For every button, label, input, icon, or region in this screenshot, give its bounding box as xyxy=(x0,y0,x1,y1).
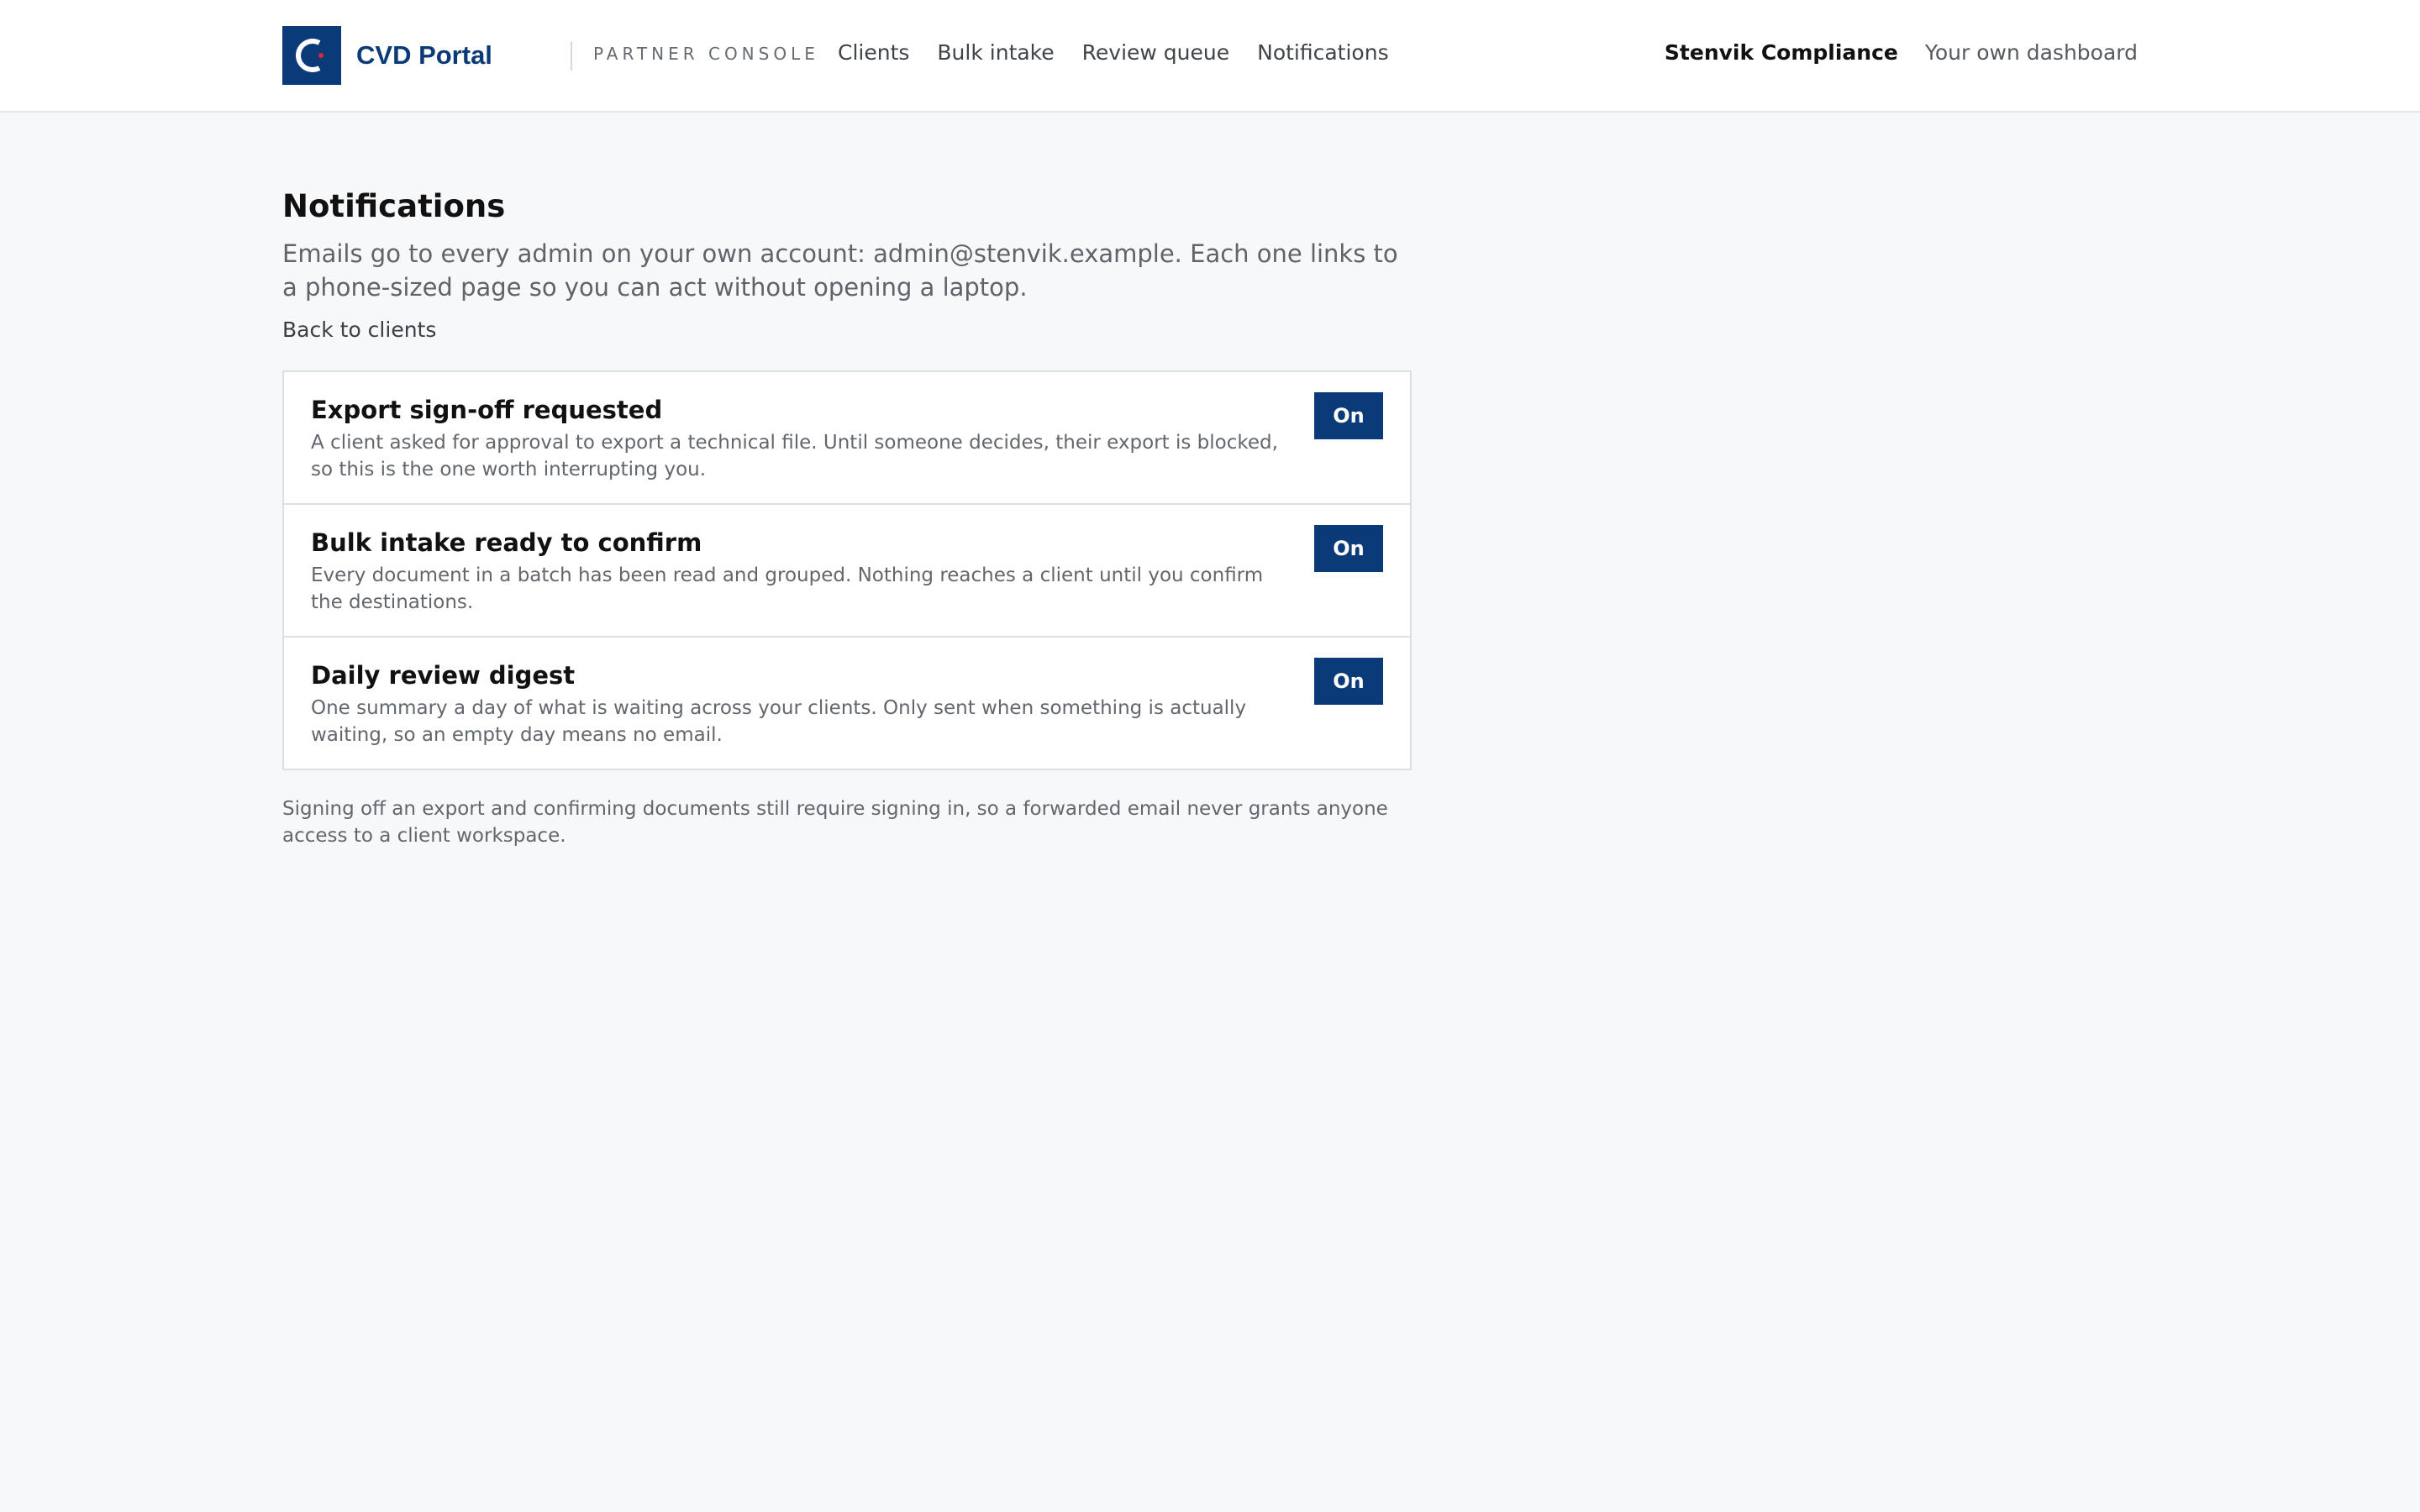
header-divider xyxy=(571,42,572,71)
page-intro: Emails go to every admin on your own acc… xyxy=(282,239,1398,302)
own-dashboard-link[interactable]: Your own dashboard xyxy=(1925,40,2138,65)
notification-description: Every document in a batch has been read … xyxy=(311,564,1264,613)
console-label: PARTNER CONSOLE xyxy=(593,44,819,64)
security-footnote: Signing off an export and confirming doc… xyxy=(282,798,1388,847)
page-title: Notifications xyxy=(282,188,506,224)
back-to-clients-link[interactable]: Back to clients xyxy=(282,318,436,342)
notification-title: Export sign-off requested xyxy=(311,396,663,424)
notification-item-bulk-intake: Bulk intake ready to confirm Every docum… xyxy=(284,505,1410,638)
nav-review-queue[interactable]: Review queue xyxy=(1082,40,1229,65)
main-nav: Clients Bulk intake Review queue Notific… xyxy=(838,40,1389,65)
org-name: Stenvik Compliance xyxy=(1664,40,1898,65)
nav-clients[interactable]: Clients xyxy=(838,40,909,65)
notification-title: Daily review digest xyxy=(311,661,576,690)
nav-bulk-intake[interactable]: Bulk intake xyxy=(937,40,1054,65)
notification-description: One summary a day of what is waiting acr… xyxy=(311,697,1247,746)
bulk-intake-toggle[interactable]: On xyxy=(1314,525,1383,572)
notification-description: A client asked for approval to export a … xyxy=(311,432,1278,480)
main-content: Notifications Emails go to every admin o… xyxy=(282,185,1412,849)
notification-item-export-signoff: Export sign-off requested A client asked… xyxy=(284,372,1410,505)
logo[interactable]: CVD Portal xyxy=(282,26,492,85)
cvd-logo-icon xyxy=(282,26,341,85)
account-nav: Stenvik Compliance Your own dashboard xyxy=(1665,40,2138,65)
notification-title: Bulk intake ready to confirm xyxy=(311,528,702,557)
logo-text: CVD Portal xyxy=(356,40,492,70)
top-bar: CVD Portal PARTNER CONSOLE Clients Bulk … xyxy=(0,0,2420,113)
notification-item-daily-digest: Daily review digest One summary a day of… xyxy=(284,638,1410,769)
notification-settings-list: Export sign-off requested A client asked… xyxy=(282,370,1412,770)
nav-notifications[interactable]: Notifications xyxy=(1257,40,1388,65)
daily-digest-toggle[interactable]: On xyxy=(1314,658,1383,705)
export-signoff-toggle[interactable]: On xyxy=(1314,392,1383,439)
